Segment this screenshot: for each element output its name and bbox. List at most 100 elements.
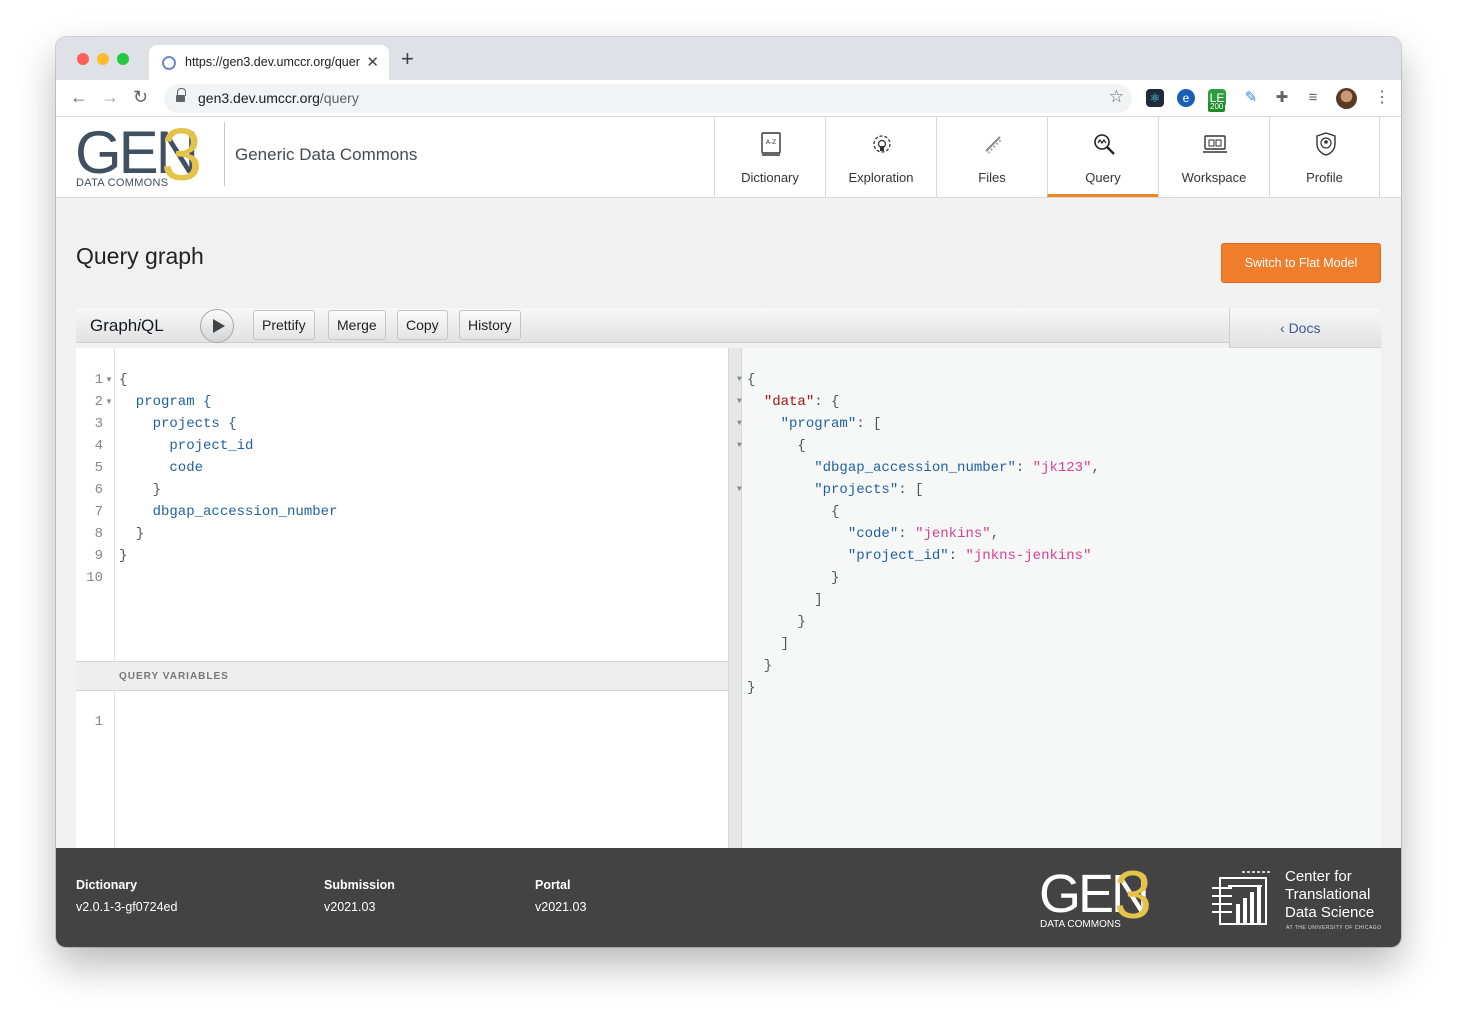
code-line: 6 } [94,482,162,498]
code-line: 7 dbgap_accession_number [94,504,338,520]
address-bar[interactable]: gen3.dev.umccr.org/query ☆ [164,84,1132,113]
reading-list-icon[interactable]: ≡ [1304,89,1322,107]
profile-avatar[interactable] [1336,88,1357,109]
dictionary-icon: A-Z [761,132,781,156]
footer-gen3-logo-sub: DATA COMMONS [1040,919,1121,930]
result-line: ] [747,592,823,608]
result-pane: ▼{ ▼ "data": { ▼ "program": [ ▼ { "dbgap… [737,348,1381,848]
profile-icon [1316,132,1336,156]
fold-arrow-icon: ▼ [737,397,742,406]
footer-submission-version: v2021.03 [324,900,376,914]
graphiql-title: GraphiQL [90,316,164,335]
browser-toolbar: ← → ↻ gen3.dev.umccr.org/query ☆ ⚛ e LE … [56,80,1401,117]
result-line: ▼ "projects": [ [737,479,923,501]
nav-query[interactable]: Query [1047,117,1158,197]
ctds-affiliation: AT THE UNIVERSITY OF CHICAGO [1286,925,1382,931]
footer-dictionary-version: v2.0.1-3-gf0724ed [76,900,178,914]
minimize-window-button[interactable] [97,53,109,65]
react-devtools-icon[interactable]: ⚛ [1146,89,1164,107]
fold-arrow-icon: ▼ [737,441,742,450]
edge-extension-icon[interactable]: e [1177,89,1195,107]
nav-profile[interactable]: Profile [1269,117,1380,197]
tab-strip: https://gen3.dev.umccr.org/query ✕ + [56,37,1401,80]
result-line: { [747,504,840,520]
fold-arrow-icon: ▼ [737,419,742,428]
code-line: 8 } [94,526,145,542]
nav-workspace[interactable]: Workspace [1158,117,1269,197]
favicon-icon [162,56,176,70]
site-name: Generic Data Commons [235,145,418,164]
code-line: 5 code [94,460,204,476]
exploration-icon [873,135,891,153]
maximize-window-button[interactable] [117,53,129,65]
browser-menu-icon[interactable]: ⋮ [1374,88,1390,108]
nav-dictionary[interactable]: A-Z Dictionary [714,117,825,197]
fold-arrow-icon: ▼ [737,485,742,494]
footer-portal-version: v2021.03 [535,900,587,914]
nav-exploration[interactable]: Exploration [825,117,936,197]
query-variables-label: QUERY VARIABLES [119,671,229,682]
footer-portal-label: Portal [535,878,571,892]
result-line: ▼{ [737,369,755,391]
ctds-name: Center for Translational Data Science [1285,868,1375,921]
forward-icon[interactable]: → [101,86,119,108]
nav-files[interactable]: Files [936,117,1047,197]
docs-button[interactable]: ‹ Docs [1280,320,1320,336]
files-icon [985,136,1003,154]
fold-arrow-icon: ▼ [105,375,113,384]
chevron-left-icon: ‹ [1280,320,1289,336]
gen3-logo[interactable]: GEN 3 DATA COMMONS [75,118,220,192]
browser-tab[interactable]: https://gen3.dev.umccr.org/query ✕ [149,45,389,80]
footer-submission: Submission v2021.03 [324,878,395,914]
variables-line-number: 1 [94,714,103,730]
result-line: ▼ "data": { [737,391,839,413]
query-variables-header[interactable]: QUERY VARIABLES [76,661,728,691]
code-line: 1 ▼{ [76,369,728,391]
fold-arrow-icon: ▼ [737,375,742,384]
app-header: GEN 3 DATA COMMONS Generic Data Commons … [56,117,1401,198]
bookmark-star-icon[interactable]: ☆ [1109,87,1124,107]
top-navigation: A-Z Dictionary Exploration Files Query W… [714,117,1380,197]
svg-text:A-Z: A-Z [766,139,776,146]
result-line: ▼ "program": [ [737,413,881,435]
result-line: } [747,680,756,696]
result-line: } [747,614,806,630]
tab-title: https://gen3.dev.umccr.org/query [185,55,360,69]
graphiql-toolbar: GraphiQL Prettify Merge Copy History [76,308,1229,343]
workspace-icon [1203,135,1227,153]
reload-icon[interactable]: ↻ [133,86,148,108]
tab-close-icon[interactable]: ✕ [366,53,379,71]
ctds-logo-icon[interactable] [1212,870,1274,930]
result-line: "dbgap_accession_number": "jk123", [814,460,1100,476]
extensions-puzzle-icon[interactable]: ✚ [1273,89,1291,107]
code-line: 2 ▼ program { [76,391,728,413]
back-icon[interactable]: ← [70,86,88,108]
fold-arrow-icon: ▼ [105,397,113,406]
footer-dictionary-label: Dictionary [76,878,138,892]
result-line: } [747,658,773,674]
history-button[interactable]: History [459,310,521,340]
docs-panel-toggle: ‹ Docs [1229,308,1381,348]
query-editor[interactable]: 1 ▼{ 2 ▼ program { 3 projects { 4 project_… [76,348,728,661]
footer: Dictionary v2.0.1-3-gf0724ed Submission … [56,848,1401,947]
switch-to-flat-model-button[interactable]: Switch to Flat Model [1221,243,1381,283]
merge-button[interactable]: Merge [328,310,386,340]
logo-divider [224,122,225,186]
prettify-button[interactable]: Prettify [253,310,315,340]
execute-query-button[interactable] [200,309,234,343]
new-tab-button[interactable]: + [401,48,414,70]
footer-portal: Portal v2021.03 [535,878,586,914]
result-line: ▼ { [737,435,806,457]
footer-dictionary: Dictionary v2.0.1-3-gf0724ed [76,878,177,914]
lock-icon [176,88,186,103]
query-icon [1094,134,1115,155]
result-line: ] [747,636,790,652]
copy-button[interactable]: Copy [397,310,448,340]
page-title: Query graph [76,243,204,269]
footer-submission-label: Submission [324,878,395,892]
close-window-button[interactable] [77,53,89,65]
query-variables-editor[interactable]: 1 [76,691,728,848]
code-line: 9} [94,548,128,564]
feather-extension-icon[interactable]: ✎ [1242,89,1260,107]
extension-badge: 200 [1208,102,1226,112]
